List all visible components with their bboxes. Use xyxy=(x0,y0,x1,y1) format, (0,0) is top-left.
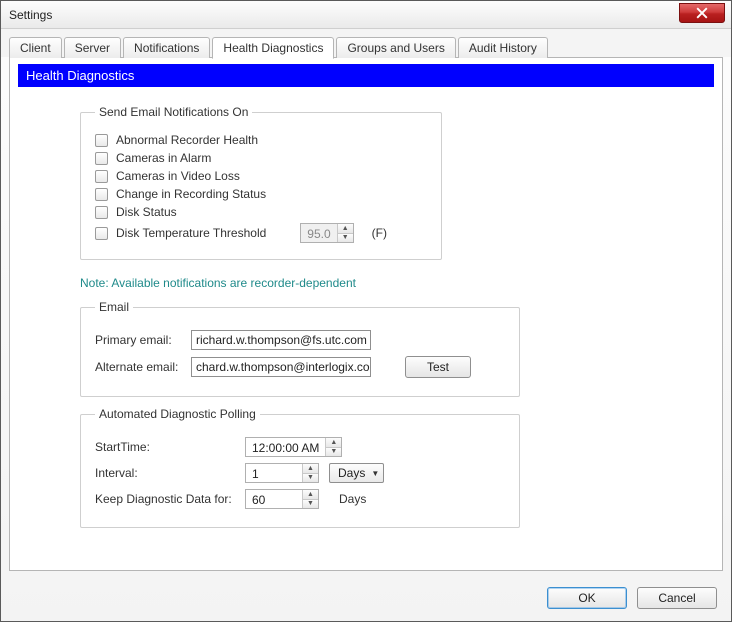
checkbox-label: Abnormal Recorder Health xyxy=(116,133,258,147)
checkbox-disk-status[interactable] xyxy=(95,206,108,219)
alternate-email-input[interactable]: chard.w.thompson@interlogix.com xyxy=(191,357,371,377)
checkbox-label: Cameras in Alarm xyxy=(116,151,211,165)
threshold-unit: (F) xyxy=(372,226,387,240)
spinner-up-icon[interactable]: ▲ xyxy=(326,438,341,448)
tab-groups-and-users[interactable]: Groups and Users xyxy=(336,37,455,58)
alternate-email-label: Alternate email: xyxy=(95,360,181,374)
primary-email-input[interactable]: richard.w.thompson@fs.utc.com xyxy=(191,330,371,350)
tabstrip: Client Server Notifications Health Diagn… xyxy=(1,29,731,57)
tab-notifications[interactable]: Notifications xyxy=(123,37,210,58)
chevron-down-icon: ▼ xyxy=(371,469,379,478)
checkbox-label: Disk Temperature Threshold xyxy=(116,226,266,240)
keep-data-label: Keep Diagnostic Data for: xyxy=(95,492,235,506)
spinner-arrows: ▲ ▼ xyxy=(337,224,353,242)
start-time-label: StartTime: xyxy=(95,440,235,454)
group-legend-email: Email xyxy=(95,300,133,314)
cancel-button[interactable]: Cancel xyxy=(637,587,717,609)
page-title: Health Diagnostics xyxy=(18,64,714,87)
group-legend-notify: Send Email Notifications On xyxy=(95,105,252,119)
keep-data-unit: Days xyxy=(339,492,366,506)
interval-value: 1 xyxy=(246,464,302,482)
settings-window: Settings Client Server Notifications Hea… xyxy=(0,0,732,622)
spinner-down-icon[interactable]: ▼ xyxy=(303,474,318,483)
spinner-down-icon: ▼ xyxy=(338,234,353,243)
group-polling: Automated Diagnostic Polling StartTime: … xyxy=(80,407,520,528)
close-icon xyxy=(696,7,708,19)
checkbox-cameras-in-video-loss[interactable] xyxy=(95,170,108,183)
threshold-value: 95.0 xyxy=(301,224,336,242)
interval-label: Interval: xyxy=(95,466,235,480)
checkbox-label: Change in Recording Status xyxy=(116,187,266,201)
checkbox-abnormal-recorder-health[interactable] xyxy=(95,134,108,147)
start-time-value: 12:00:00 AM xyxy=(246,438,325,456)
threshold-spinner: 95.0 ▲ ▼ xyxy=(300,223,353,243)
interval-unit-combo[interactable]: Days ▼ xyxy=(329,463,384,483)
group-legend-poll: Automated Diagnostic Polling xyxy=(95,407,260,421)
tab-content: Health Diagnostics Send Email Notificati… xyxy=(9,58,723,571)
interval-unit-value: Days xyxy=(338,466,365,480)
tab-server[interactable]: Server xyxy=(64,37,121,58)
checkbox-label: Cameras in Video Loss xyxy=(116,169,240,183)
test-button[interactable]: Test xyxy=(405,356,471,378)
ok-button[interactable]: OK xyxy=(547,587,627,609)
checkbox-disk-temperature-threshold[interactable] xyxy=(95,227,108,240)
spinner-up-icon[interactable]: ▲ xyxy=(303,490,318,500)
primary-email-label: Primary email: xyxy=(95,333,181,347)
close-button[interactable] xyxy=(679,3,725,23)
group-send-notifications: Send Email Notifications On Abnormal Rec… xyxy=(80,105,442,260)
checkbox-label: Disk Status xyxy=(116,205,177,219)
note-text: Note: Available notifications are record… xyxy=(80,276,714,290)
spinner-up-icon: ▲ xyxy=(338,224,353,234)
checkbox-cameras-in-alarm[interactable] xyxy=(95,152,108,165)
tab-audit-history[interactable]: Audit History xyxy=(458,37,548,58)
keep-data-spinner[interactable]: 60 ▲▼ xyxy=(245,489,319,509)
interval-spinner[interactable]: 1 ▲▼ xyxy=(245,463,319,483)
start-time-spinner[interactable]: 12:00:00 AM ▲▼ xyxy=(245,437,342,457)
tab-health-diagnostics[interactable]: Health Diagnostics xyxy=(212,37,334,59)
spinner-down-icon[interactable]: ▼ xyxy=(326,448,341,457)
titlebar: Settings xyxy=(1,1,731,29)
dialog-footer: OK Cancel xyxy=(1,579,731,621)
window-title: Settings xyxy=(9,8,52,22)
keep-data-value: 60 xyxy=(246,490,302,508)
group-email: Email Primary email: richard.w.thompson@… xyxy=(80,300,520,397)
spinner-down-icon[interactable]: ▼ xyxy=(303,500,318,509)
checkbox-change-in-recording-status[interactable] xyxy=(95,188,108,201)
spinner-up-icon[interactable]: ▲ xyxy=(303,464,318,474)
tab-client[interactable]: Client xyxy=(9,37,62,58)
